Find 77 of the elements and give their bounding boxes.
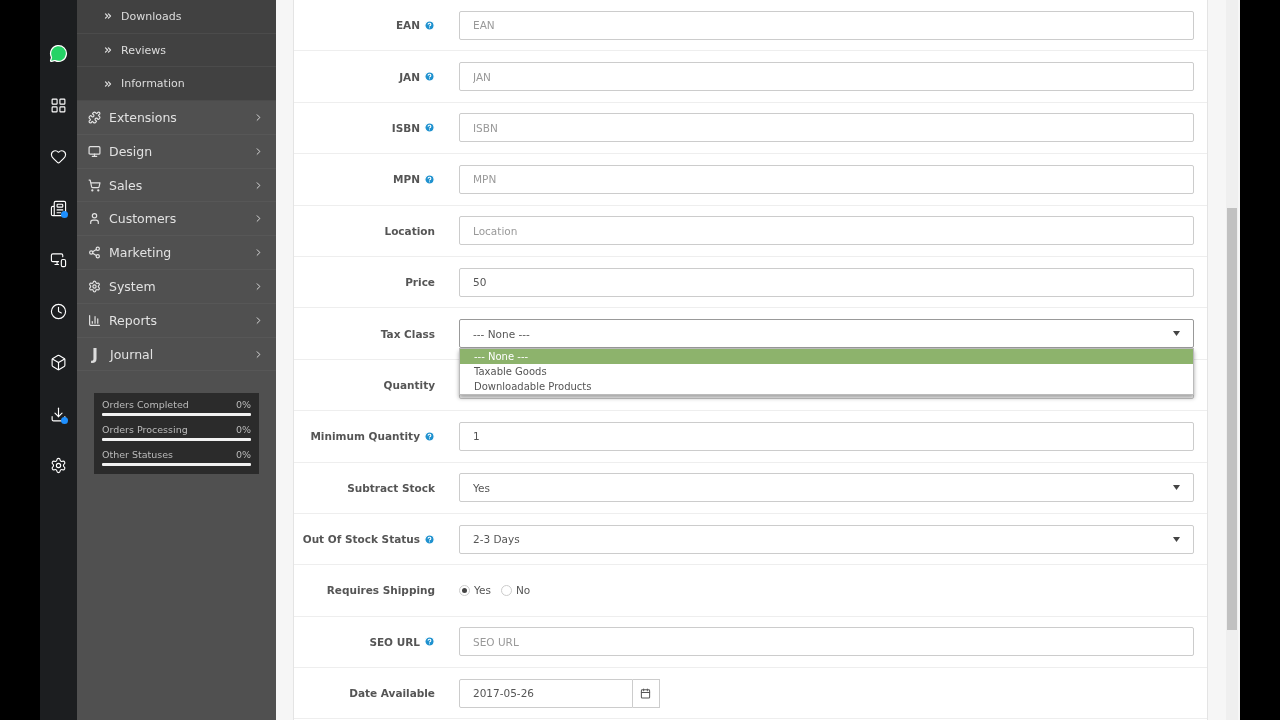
stat-value: 0% <box>235 424 251 436</box>
caret-icon <box>1173 331 1180 337</box>
text-field[interactable]: EAN <box>459 10 1194 40</box>
field-label: Location <box>384 224 435 237</box>
caret-icon <box>1173 536 1180 542</box>
radio-option[interactable]: No <box>500 584 531 597</box>
stat-label: Orders Processing <box>102 424 188 436</box>
calendar-icon <box>640 687 652 699</box>
chat-bubble-icon <box>49 44 68 64</box>
help-icon <box>424 430 435 442</box>
radio-option[interactable]: Yes <box>459 584 491 597</box>
bar-chart-icon <box>88 313 101 327</box>
field-label: MPN <box>393 173 420 186</box>
help-icon <box>424 122 435 134</box>
devices-icon <box>50 251 67 269</box>
stat-label: Orders Completed <box>102 399 189 411</box>
dropdown-option[interactable]: Taxable Goods <box>460 364 1193 380</box>
field-label: JAN <box>399 70 420 83</box>
help-icon <box>424 19 435 31</box>
field-label: Out Of Stock Status <box>302 533 420 546</box>
chevron-icon <box>253 247 264 259</box>
stat-label: Other Statuses <box>102 449 174 461</box>
text-field[interactable]: 50 <box>459 267 1194 297</box>
heart-icon <box>50 148 67 166</box>
gear-icon <box>88 279 101 293</box>
stat-value: 0% <box>235 399 251 411</box>
text-field[interactable]: Location <box>459 216 1194 246</box>
help-icon <box>424 173 435 185</box>
field-label: SEO URL <box>369 635 420 648</box>
radio-button[interactable] <box>500 585 512 596</box>
text-field[interactable]: JAN <box>459 62 1194 92</box>
text-field[interactable]: MPN <box>459 164 1194 194</box>
share-icon <box>88 246 101 260</box>
scrollbar[interactable] <box>1226 0 1238 720</box>
download-icon <box>50 405 67 423</box>
date-field[interactable]: 2017-05-26 <box>459 678 633 708</box>
text-field[interactable]: 1 <box>459 421 1194 451</box>
double-chevron-icon <box>103 11 113 22</box>
menu-icon-letter: J <box>90 344 99 364</box>
help-icon <box>424 533 435 545</box>
caret-icon <box>1173 485 1180 491</box>
submenu-item[interactable]: Downloads <box>77 0 276 34</box>
field-label: Minimum Quantity <box>310 430 420 443</box>
settings-icon <box>50 457 67 475</box>
help-icon <box>424 71 435 83</box>
clock-icon <box>50 302 67 320</box>
grid-icon <box>50 96 67 114</box>
field-label: ISBN <box>391 121 420 134</box>
stat-value: 0% <box>235 449 251 461</box>
double-chevron-icon <box>103 45 113 56</box>
field-label: Subtract Stock <box>347 481 435 494</box>
select-field[interactable]: 2-3 Days <box>459 524 1194 554</box>
monitor-icon <box>88 144 101 158</box>
newspaper-icon <box>50 199 67 217</box>
dropdown-option[interactable]: Downloadable Products <box>460 379 1193 395</box>
field-label: Requires Shipping <box>326 584 435 597</box>
cart-icon <box>88 178 101 192</box>
calendar-button[interactable] <box>632 678 660 708</box>
radio-button[interactable] <box>459 585 470 596</box>
text-field[interactable]: SEO URL <box>459 627 1194 657</box>
submenu-item[interactable]: Information <box>77 67 276 102</box>
field-label: Tax Class <box>380 327 435 340</box>
select-field[interactable]: Yes <box>459 473 1194 503</box>
double-chevron-icon <box>103 78 113 89</box>
puzzle-icon <box>88 110 101 124</box>
submenu-item[interactable]: Reviews <box>77 33 276 68</box>
field-label: Date Available <box>349 687 435 700</box>
field-label: Quantity <box>383 378 435 391</box>
box-icon <box>50 354 67 372</box>
notification-dot <box>61 210 68 218</box>
help-icon <box>424 636 435 648</box>
field-label: Price <box>405 276 435 289</box>
field-label: EAN <box>395 19 420 32</box>
user-icon <box>88 212 101 226</box>
text-field[interactable]: ISBN <box>459 113 1194 143</box>
notification-dot <box>61 416 68 424</box>
select-field[interactable]: --- None --- <box>459 319 1194 349</box>
